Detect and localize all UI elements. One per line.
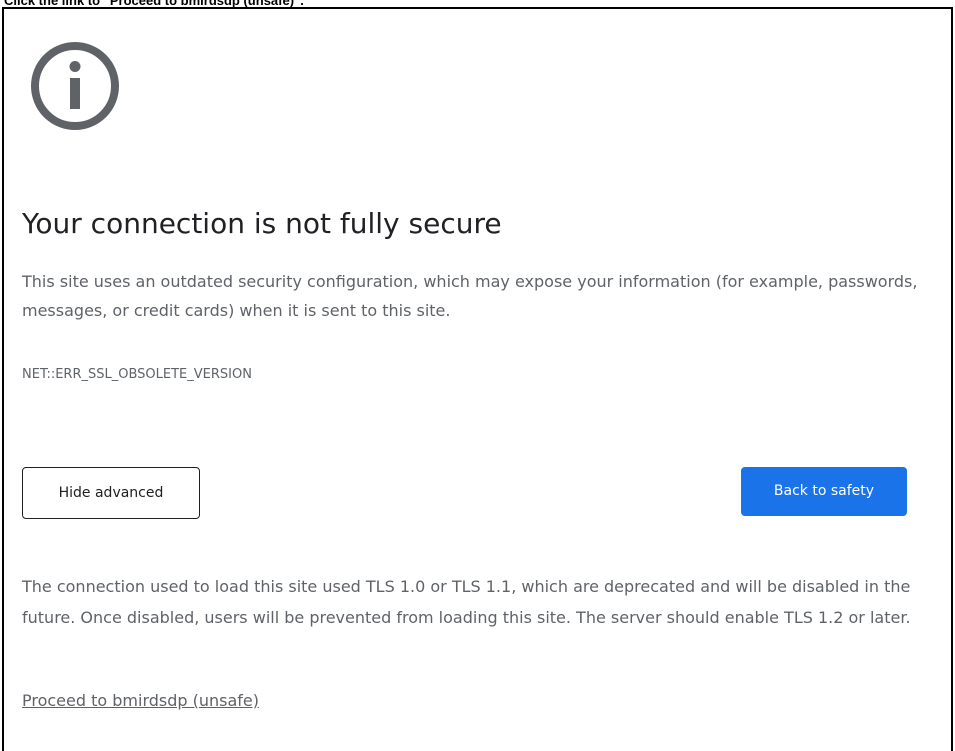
page-heading: Your connection is not fully secure bbox=[22, 207, 502, 240]
advanced-details-text: The connection used to load this site us… bbox=[22, 577, 911, 627]
info-icon bbox=[29, 40, 121, 132]
explanation-text: This site uses an outdated security conf… bbox=[22, 272, 918, 320]
error-code: NET::ERR_SSL_OBSOLETE_VERSION bbox=[22, 367, 252, 382]
hide-advanced-button[interactable]: Hide advanced bbox=[22, 467, 200, 519]
proceed-unsafe-link[interactable]: Proceed to bmirdsdp (unsafe) bbox=[22, 689, 259, 713]
interstitial-page: Your connection is not fully secure This… bbox=[2, 7, 953, 751]
back-to-safety-button[interactable]: Back to safety bbox=[741, 467, 907, 516]
info-icon-graphic bbox=[31, 42, 119, 130]
